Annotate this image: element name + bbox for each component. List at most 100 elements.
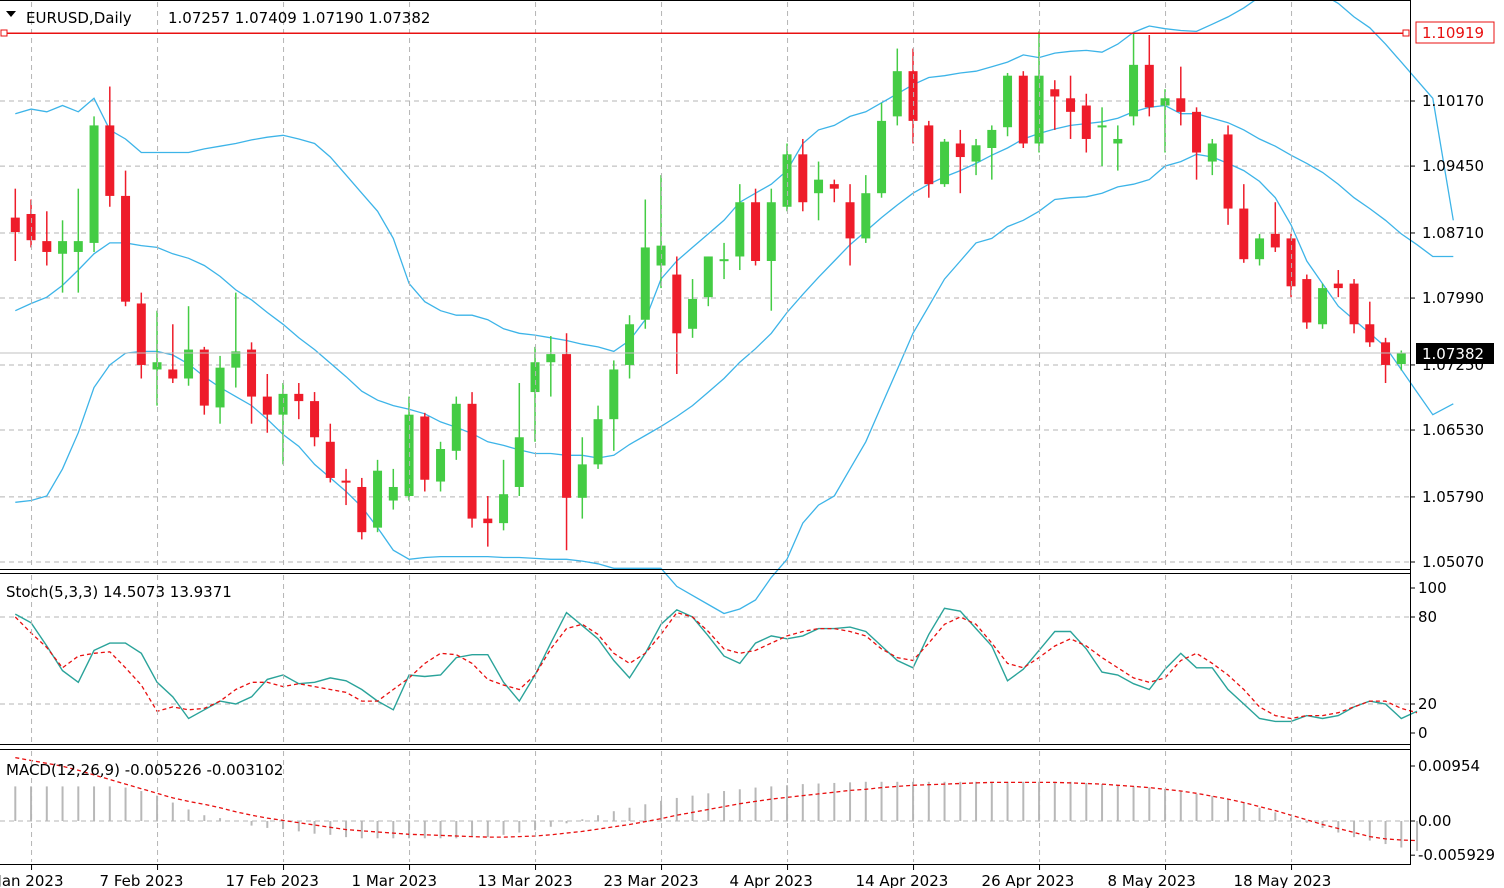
candle xyxy=(357,477,367,540)
price-tick-label: 1.10170 xyxy=(1422,92,1484,110)
candle-body xyxy=(199,349,209,406)
resistance-price-tag: 1.10919 xyxy=(1415,21,1495,44)
candle-body xyxy=(1050,89,1060,97)
candle-body xyxy=(1192,111,1202,153)
candle-body xyxy=(483,518,493,524)
price-tick-label: 1.05790 xyxy=(1422,488,1484,506)
candle-body xyxy=(1081,105,1091,139)
candle-body xyxy=(577,464,587,498)
date-label: 14 Apr 2023 xyxy=(856,872,949,888)
candle-body xyxy=(341,480,351,483)
candle-body xyxy=(955,143,965,158)
candle-body xyxy=(58,241,68,254)
candle-body xyxy=(1066,98,1076,112)
candle-body xyxy=(766,202,776,261)
candle-body xyxy=(1381,342,1391,365)
candle-body xyxy=(703,256,713,298)
candle-body xyxy=(814,179,824,194)
date-label: 26 Apr 2023 xyxy=(982,872,1075,888)
candle-body xyxy=(546,354,556,363)
date-label: 4 Apr 2023 xyxy=(730,872,813,888)
symbol-label: EURUSD,Daily xyxy=(26,9,132,27)
price-tick-label: 1.05070 xyxy=(1422,553,1484,571)
stochastic-label: Stoch(5,3,3) 14.5073 13.9371 xyxy=(6,583,232,601)
candle-body xyxy=(1176,98,1186,112)
candle-body xyxy=(845,202,855,239)
macd-label: MACD(12,26,9) -0.005226 -0.003102 xyxy=(6,761,283,779)
candle xyxy=(940,138,950,187)
candle-body xyxy=(514,437,524,487)
candle-body xyxy=(357,486,367,533)
candle-body xyxy=(1349,283,1359,325)
candle-body xyxy=(10,217,20,233)
stochastic-tick-label: 100 xyxy=(1418,579,1447,597)
candle-body xyxy=(640,247,650,320)
candle-body xyxy=(1318,288,1328,325)
candle-body xyxy=(861,193,871,239)
price-tick-label: 1.06530 xyxy=(1422,421,1484,439)
candle-body xyxy=(1223,134,1233,209)
price-tick-label: 1.08710 xyxy=(1422,224,1484,242)
candle-body xyxy=(1333,283,1343,289)
candle-body xyxy=(499,494,509,524)
macd-tick-label: 0.00954 xyxy=(1418,757,1480,775)
candle xyxy=(420,412,430,492)
candle-body xyxy=(184,349,194,379)
candle-body xyxy=(562,354,572,498)
candle-body xyxy=(105,125,115,196)
resistance-handle-right[interactable] xyxy=(1402,29,1410,37)
candle-body xyxy=(798,154,808,203)
current-price-tag: 1.07382 xyxy=(1416,343,1494,364)
candle-body xyxy=(121,195,131,302)
candle-body xyxy=(971,145,981,162)
candle-body xyxy=(168,369,178,379)
candle-body xyxy=(136,303,146,365)
candle-body xyxy=(215,367,225,408)
date-label: 7 Feb 2023 xyxy=(100,872,184,888)
candle-body xyxy=(310,401,320,438)
candle-body xyxy=(451,403,461,451)
candle-body xyxy=(231,351,241,368)
candle-body xyxy=(467,403,477,519)
candle-body xyxy=(73,241,83,252)
candle-body xyxy=(672,274,682,334)
candle xyxy=(1003,72,1013,137)
candle xyxy=(467,392,477,528)
candle-body xyxy=(89,125,99,243)
candle-body xyxy=(609,369,619,420)
candle-body xyxy=(1396,353,1406,365)
candle-body xyxy=(247,349,257,397)
price-tick-label: 1.07990 xyxy=(1422,289,1484,307)
candle-body xyxy=(719,259,729,262)
candle xyxy=(89,116,99,252)
candle-body xyxy=(688,298,698,329)
trading-chart[interactable]: 1.101701.094501.087101.079901.072501.065… xyxy=(0,0,1504,888)
resistance-handle-left[interactable] xyxy=(0,29,8,37)
candle-body xyxy=(325,441,335,478)
stochastic-tick-label: 20 xyxy=(1418,695,1437,713)
candle-body xyxy=(42,241,52,252)
candle-body xyxy=(1207,143,1217,162)
candle xyxy=(373,459,383,533)
candle-body xyxy=(735,202,745,257)
candle-body xyxy=(373,470,383,528)
candle xyxy=(1018,71,1028,149)
stochastic-tick-label: 0 xyxy=(1418,724,1428,742)
candle xyxy=(1302,274,1312,329)
candle-body xyxy=(782,154,792,207)
candle xyxy=(1318,283,1328,329)
macd-tick-label: 0.00 xyxy=(1418,812,1451,830)
date-label: 1 Mar 2023 xyxy=(352,872,438,888)
candle-body xyxy=(436,449,446,482)
chart-background xyxy=(0,0,1504,888)
candle-body xyxy=(1018,75,1028,144)
candle-body xyxy=(1129,64,1139,117)
resistance-tag-text: 1.10919 xyxy=(1422,24,1484,42)
candle-body xyxy=(420,416,430,480)
candle-body xyxy=(1003,75,1013,128)
candle-body xyxy=(593,419,603,465)
candle-body xyxy=(751,202,761,261)
candle-body xyxy=(1113,138,1123,144)
macd-tick-label: -0.005929 xyxy=(1418,846,1495,864)
candle-body xyxy=(924,125,934,185)
